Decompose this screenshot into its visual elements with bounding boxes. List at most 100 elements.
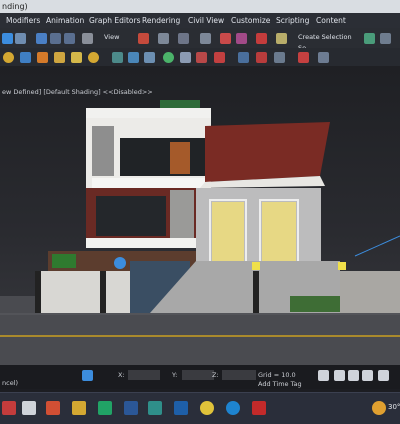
shrubs (290, 296, 340, 312)
tree-icon[interactable] (144, 52, 155, 63)
menu-customize[interactable]: Customize (231, 13, 270, 28)
layer-icon[interactable] (318, 52, 329, 63)
clone-icon[interactable] (238, 52, 249, 63)
window-title-bar: nding) (0, 0, 400, 13)
upper-balcony (120, 138, 210, 176)
sun-icon[interactable] (71, 52, 82, 63)
lower-slab (86, 238, 196, 248)
spinner-snap-icon[interactable] (200, 33, 211, 44)
file-explorer-icon[interactable] (72, 401, 86, 415)
menu-content[interactable]: Content (316, 13, 346, 28)
chrome-icon[interactable] (200, 401, 214, 415)
teapot-icon[interactable] (37, 52, 48, 63)
array-icon[interactable] (256, 52, 267, 63)
scale-icon[interactable] (64, 33, 75, 44)
weather-icon[interactable] (372, 401, 386, 415)
light-icon[interactable] (54, 52, 65, 63)
box-icon[interactable] (20, 52, 31, 63)
pillar-middle (253, 271, 259, 313)
lower-jali (170, 190, 194, 240)
edge-icon[interactable] (226, 401, 240, 415)
mirror-icon[interactable] (220, 33, 231, 44)
y-coordinate-field[interactable] (182, 370, 214, 380)
edit-named-selection-icon[interactable] (256, 33, 267, 44)
menu-bar: Modifiers Animation Graph Editors Render… (0, 13, 400, 28)
gizmo (114, 257, 126, 269)
menu-rendering[interactable]: Rendering (142, 13, 180, 28)
roof-plants (160, 100, 200, 108)
placement-icon[interactable] (82, 33, 93, 44)
play-icon[interactable] (348, 370, 359, 381)
excel-icon[interactable] (98, 401, 112, 415)
bridge-icon[interactable] (128, 52, 139, 63)
select-object-icon[interactable] (2, 33, 13, 44)
render-production-icon[interactable] (214, 52, 225, 63)
z-label: Z: (212, 371, 219, 379)
jali-screen (92, 126, 114, 176)
gate-pillar-right (100, 271, 106, 313)
upper-slab (92, 178, 210, 188)
menu-graph-editors[interactable]: Graph Editors (89, 13, 141, 28)
house-render (0, 100, 400, 370)
x-label: X: (118, 371, 125, 379)
snap-toggle-icon[interactable] (138, 33, 149, 44)
layer-explorer-icon[interactable] (364, 33, 375, 44)
reference-coordinate-dropdown[interactable]: View (104, 32, 132, 43)
photoshop-icon[interactable] (174, 401, 188, 415)
3ds-max-icon[interactable] (148, 401, 162, 415)
next-frame-icon[interactable] (362, 370, 373, 381)
red-canopy (205, 122, 330, 182)
move-icon[interactable] (36, 33, 47, 44)
material-editor-icon[interactable] (163, 52, 174, 63)
gate (40, 271, 130, 313)
task-view-icon[interactable] (22, 401, 36, 415)
secondary-toolbar (0, 48, 400, 67)
prompt-text: ncel) (2, 379, 19, 387)
select-region-icon[interactable] (15, 33, 26, 44)
go-to-end-icon[interactable] (378, 370, 389, 381)
powerpoint-icon[interactable] (46, 401, 60, 415)
align-icon[interactable] (236, 33, 247, 44)
roof-parapet (86, 108, 211, 118)
z-coordinate-field[interactable] (222, 370, 256, 380)
temperature-text: 30° (388, 403, 400, 411)
start-icon[interactable] (2, 401, 16, 415)
windows-taskbar: 30° (0, 392, 400, 424)
y-label: Y: (172, 371, 178, 379)
gate-pillar-left (35, 271, 41, 313)
viewport-label[interactable]: ew Defined] [Default Shading] <<Disabled… (2, 88, 153, 96)
status-bar: ncel) X: Y: Z: Grid = 10.0 Add Time Tag (0, 365, 400, 389)
grid-size: Grid = 10.0 (258, 371, 296, 379)
menu-scripting[interactable]: Scripting (276, 13, 309, 28)
hedge (52, 254, 76, 268)
bulb-icon[interactable] (88, 52, 99, 63)
toggle-ribbon-icon[interactable] (380, 33, 391, 44)
named-selection-icon[interactable] (276, 33, 287, 44)
render-setup-icon[interactable] (180, 52, 191, 63)
previous-frame-icon[interactable] (334, 370, 345, 381)
angle-snap-icon[interactable] (158, 33, 169, 44)
render-frame-icon[interactable] (196, 52, 207, 63)
boundary-wall (340, 271, 400, 313)
xref-icon[interactable] (298, 52, 309, 63)
lamp-left (252, 262, 260, 270)
window-title: nding) (2, 2, 28, 11)
go-to-start-icon[interactable] (318, 370, 329, 381)
word-icon[interactable] (124, 401, 138, 415)
autocad-icon[interactable] (252, 401, 266, 415)
menu-animation[interactable]: Animation (46, 13, 84, 28)
container-icon[interactable] (274, 52, 285, 63)
perspective-viewport[interactable] (0, 66, 400, 370)
lock-selection-icon[interactable] (82, 370, 93, 381)
selection-set-dropdown[interactable]: Create Selection Se (298, 32, 360, 52)
menu-modifiers[interactable]: Modifiers (6, 13, 40, 28)
menu-civil-view[interactable]: Civil View (188, 13, 224, 28)
wave-icon[interactable] (112, 52, 123, 63)
sphere-icon[interactable] (3, 52, 14, 63)
x-coordinate-field[interactable] (128, 370, 160, 380)
lamp-right (338, 262, 346, 270)
rotate-icon[interactable] (50, 33, 61, 44)
lower-balcony (96, 196, 166, 236)
add-time-tag-button[interactable]: Add Time Tag (258, 380, 302, 388)
percent-snap-icon[interactable] (178, 33, 189, 44)
